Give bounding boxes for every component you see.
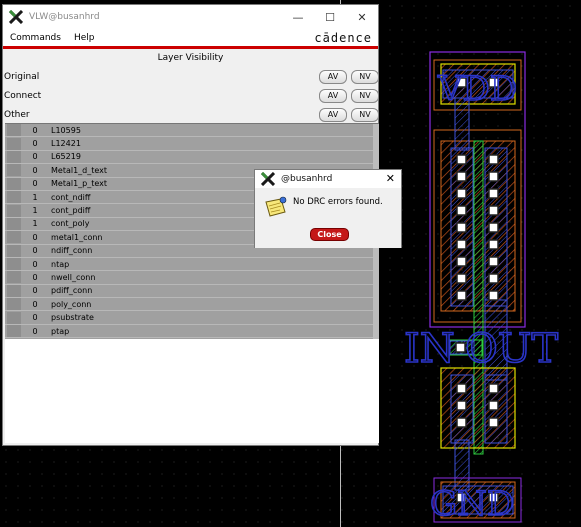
drc-dialog: @busanhrd ✕ No DRC errors found. Close [254,169,402,248]
visibility-label: Other [4,109,30,120]
maximize-button[interactable]: ☐ [314,5,346,29]
layer-name: Metal1_p_text [51,179,108,189]
layer-row[interactable]: 0 L65219 [5,150,379,165]
layer-name: poly_conn [51,299,92,309]
original-av-button[interactable]: AV [319,69,347,84]
layer-name: Metal1_d_text [51,165,108,175]
menu-help[interactable]: Help [74,33,95,43]
layer-count: 0 [32,246,38,256]
xwindow-app-icon [9,10,23,24]
layer-row[interactable]: 0 ntap [5,258,379,272]
layer-name: ndiff_conn [51,246,93,256]
layer-name: ptap [51,326,70,336]
layer-count: 0 [32,299,38,309]
gnd-label: GND [430,484,514,524]
layer-count: 0 [32,152,38,162]
layer-name: L12421 [51,139,81,149]
layer-swatch[interactable] [7,137,21,150]
drc-titlebar[interactable]: @busanhrd ✕ [255,170,401,188]
close-button[interactable]: Close [310,228,349,241]
layer-count: 0 [32,286,38,296]
layer-name: pdiff_conn [51,286,93,296]
visibility-row-original: Original AV NV [3,67,379,86]
layer-swatch[interactable] [7,150,21,163]
layer-count: 0 [32,179,38,189]
layer-swatch[interactable] [7,164,21,177]
layer-swatch[interactable] [7,124,21,137]
layer-swatch[interactable] [7,191,21,204]
xwindow-app-icon [261,172,275,186]
layer-name: cont_ndiff [51,192,91,202]
layer-swatch[interactable] [7,258,21,271]
drc-body: No DRC errors found. Close [255,188,401,248]
layer-swatch[interactable] [7,298,21,311]
layer-row[interactable]: 0 ptap [5,325,379,339]
layer-row[interactable]: 0 nwell_conn [5,271,379,285]
layer-row[interactable]: 0 pdiff_conn [5,284,379,299]
layer-name: L10595 [51,125,81,135]
visibility-label: Connect [4,90,42,101]
layer-swatch[interactable] [7,284,21,297]
vlw-titlebar[interactable]: VLW@busanhrd — ☐ ✕ [3,5,378,29]
drc-message: No DRC errors found. [293,197,383,207]
visibility-label: Original [4,71,40,82]
drc-title: @busanhrd [281,174,333,184]
layer-name: cont_poly [51,219,90,229]
layer-count: 0 [32,313,38,323]
dialog-close-icon[interactable]: ✕ [386,172,395,185]
vdd-label: VDD [437,69,517,109]
layer-count: 0 [32,272,38,282]
layer-count: 1 [32,219,38,229]
layer-count: 0 [32,232,38,242]
layer-swatch[interactable] [7,217,21,230]
menubar: Commands Help cādence [3,29,378,49]
layer-name: metal1_conn [51,232,103,242]
layer-row[interactable]: 0 L12421 [5,137,379,151]
minimize-button[interactable]: — [282,5,314,29]
layer-count: 0 [32,259,38,269]
layer-swatch[interactable] [7,177,21,190]
layer-count: 0 [32,165,38,175]
layer-name: ntap [51,259,70,269]
layer-swatch[interactable] [7,204,21,217]
out-label: OUT [465,326,559,372]
cadence-logo: cādence [314,31,372,45]
connect-av-button[interactable]: AV [319,88,347,103]
layer-count: 1 [32,206,38,216]
layer-name: nwell_conn [51,272,96,282]
layer-swatch[interactable] [7,271,21,284]
in-label: IN [404,326,455,372]
layer-row[interactable]: 0 L10595 [5,124,379,138]
other-nv-button[interactable]: NV [351,107,379,122]
vlw-title: VLW@busanhrd [29,12,100,22]
layer-name: cont_pdiff [51,206,91,216]
menu-commands[interactable]: Commands [10,33,61,43]
layer-name: L65219 [51,152,81,162]
visibility-row-connect: Connect AV NV [3,86,379,105]
layer-count: 1 [32,192,38,202]
layer-list-empty-area [5,339,379,443]
layer-row[interactable]: 0 psubstrate [5,311,379,325]
layer-count: 0 [32,326,38,336]
close-button[interactable]: ✕ [346,5,378,29]
layer-visibility-title: Layer Visibility [157,53,224,63]
visibility-row-other: Other AV NV [3,105,379,124]
original-nv-button[interactable]: NV [351,69,379,84]
layer-name: psubstrate [51,313,94,323]
layer-row[interactable]: 0 poly_conn [5,298,379,312]
layer-count: 0 [32,125,38,135]
other-av-button[interactable]: AV [319,107,347,122]
connect-nv-button[interactable]: NV [351,88,379,103]
layer-swatch[interactable] [7,244,21,257]
layer-swatch[interactable] [7,231,21,244]
layer-count: 0 [32,139,38,149]
note-icon [265,196,287,217]
layer-swatch[interactable] [7,311,21,324]
layer-swatch[interactable] [7,325,21,338]
